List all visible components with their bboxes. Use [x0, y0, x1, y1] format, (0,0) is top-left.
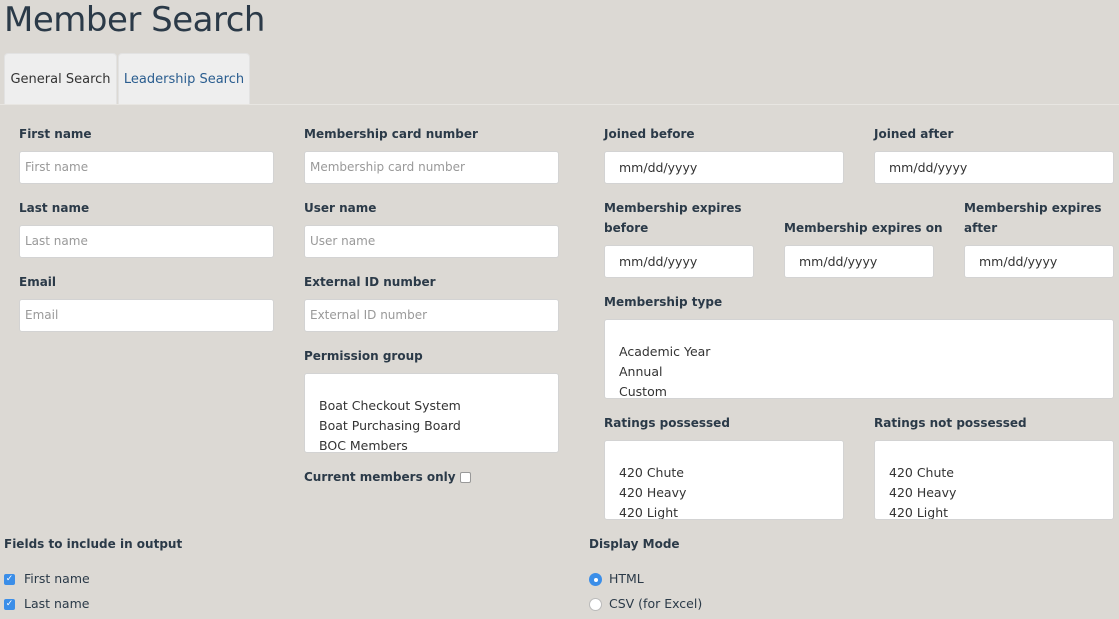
display-mode-csv[interactable]: CSV (for Excel) — [589, 594, 702, 614]
label-line: after — [964, 221, 998, 235]
permission-group-select[interactable]: Boat Checkout System Boat Purchasing Boa… — [304, 373, 559, 453]
ratings-not-possessed-label: Ratings not possessed — [874, 416, 1027, 430]
email-label: Email — [19, 275, 57, 289]
joined-before-input[interactable]: mm/dd/yyyy — [604, 151, 844, 184]
current-members-label: Current members only — [304, 470, 456, 484]
output-fields-label: Fields to include in output — [4, 537, 183, 551]
radio-unselected-icon[interactable] — [589, 598, 602, 611]
select-option[interactable]: Academic Year — [619, 342, 1113, 362]
output-field-label: First name — [23, 571, 90, 586]
expires-after-input[interactable]: mm/dd/yyyy — [964, 245, 1114, 278]
card-number-input[interactable]: Membership card number — [304, 151, 559, 184]
select-option[interactable]: Boat Purchasing Board — [319, 416, 558, 436]
ratings-not-possessed-select[interactable]: 420 Chute 420 Heavy 420 Light — [874, 440, 1114, 520]
radio-label: HTML — [608, 571, 644, 586]
current-members-only: Current members only — [304, 467, 471, 487]
radio-label: CSV (for Excel) — [608, 596, 703, 611]
joined-before-label: Joined before — [604, 127, 695, 141]
select-option[interactable]: Annual — [619, 362, 1113, 382]
external-id-input[interactable]: External ID number — [304, 299, 559, 332]
expires-after-label: Membership expires after — [964, 198, 1102, 238]
output-field-label: Last name — [23, 596, 90, 611]
first-name-input[interactable]: First name — [19, 151, 274, 184]
select-option[interactable]: Custom — [619, 382, 1113, 398]
permission-group-label: Permission group — [304, 349, 423, 363]
first-name-label: First name — [19, 127, 92, 141]
membership-type-label: Membership type — [604, 295, 723, 309]
email-input[interactable]: Email — [19, 299, 274, 332]
select-option[interactable]: 420 Light — [619, 503, 843, 519]
tab-general-search[interactable]: General Search — [4, 53, 117, 105]
label-line: before — [604, 221, 649, 235]
select-option[interactable]: BOC Members — [319, 436, 558, 452]
expires-on-input[interactable]: mm/dd/yyyy — [784, 245, 934, 278]
current-members-checkbox[interactable] — [459, 472, 471, 483]
checkbox-checked-icon[interactable]: ✓ — [4, 599, 15, 610]
card-number-label: Membership card number — [304, 127, 478, 141]
select-option[interactable]: 420 Heavy — [619, 483, 843, 503]
ratings-possessed-label: Ratings possessed — [604, 416, 730, 430]
tab-leadership-search[interactable]: Leadership Search — [118, 53, 250, 105]
joined-after-input[interactable]: mm/dd/yyyy — [874, 151, 1114, 184]
expires-before-label: Membership expires before — [604, 198, 742, 238]
membership-type-select[interactable]: Academic Year Annual Custom — [604, 319, 1114, 399]
select-option[interactable]: 420 Light — [889, 503, 1113, 519]
radio-selected-icon[interactable] — [589, 573, 602, 586]
output-field-last-name[interactable]: ✓ Last name — [4, 594, 89, 614]
last-name-label: Last name — [19, 201, 90, 215]
expires-before-input[interactable]: mm/dd/yyyy — [604, 245, 754, 278]
checkbox-checked-icon[interactable]: ✓ — [4, 574, 15, 585]
expires-on-label: Membership expires on — [784, 221, 943, 235]
tab-divider — [0, 104, 1119, 105]
display-mode-label: Display Mode — [589, 537, 680, 551]
user-name-input[interactable]: User name — [304, 225, 559, 258]
joined-after-label: Joined after — [874, 127, 954, 141]
display-mode-html[interactable]: HTML — [589, 569, 644, 589]
last-name-input[interactable]: Last name — [19, 225, 274, 258]
ratings-possessed-select[interactable]: 420 Chute 420 Heavy 420 Light — [604, 440, 844, 520]
select-option[interactable]: 420 Chute — [619, 463, 843, 483]
page-title: Member Search — [4, 0, 265, 40]
external-id-label: External ID number — [304, 275, 436, 289]
select-option[interactable]: Boat Checkout System — [319, 396, 558, 416]
select-option[interactable]: 420 Heavy — [889, 483, 1113, 503]
user-name-label: User name — [304, 201, 377, 215]
select-option[interactable]: 420 Chute — [889, 463, 1113, 483]
output-field-first-name[interactable]: ✓ First name — [4, 569, 90, 589]
label-line: Membership expires — [964, 201, 1102, 215]
label-line: Membership expires — [604, 201, 742, 215]
